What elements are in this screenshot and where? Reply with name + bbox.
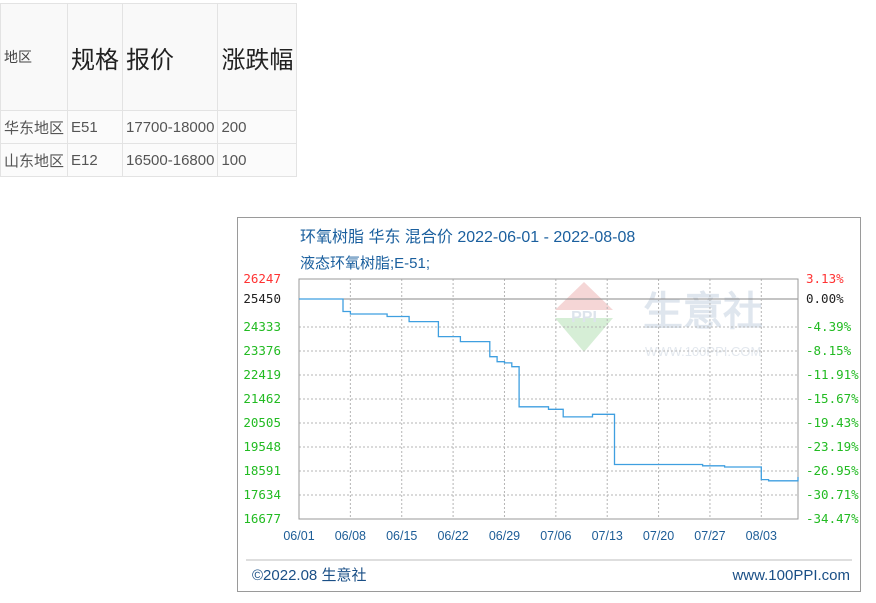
x-tick-label: 06/22 [437,529,468,543]
watermark-logo-top [555,282,613,310]
price-chart: PPI 生意社 WWW.100PPI.COM 环氧树脂 华东 混合价 2022-… [243,228,859,584]
y-tick-label-right: -34.47% [806,511,859,526]
header-price: 报价 [122,3,219,111]
y-tick-label-left: 19548 [243,439,281,454]
cell-region: 山东地区 [0,143,69,177]
x-tick-label: 06/08 [335,529,366,543]
y-tick-label-right: -26.95% [806,463,859,478]
price-table: 地区 规格 报价 涨跌幅 华东地区 E51 17700-18000 200 山东… [0,3,298,177]
y-tick-label-left: 16677 [243,511,281,526]
table-header-row: 地区 规格 报价 涨跌幅 [0,3,298,111]
y-tick-label-left: 26247 [243,271,281,286]
y-tick-label-left: 25450 [243,291,281,306]
y-tick-label-left: 18591 [243,463,281,478]
table-row: 华东地区 E51 17700-18000 200 [0,110,298,144]
y-tick-label-right: -15.67% [806,391,859,406]
header-spec: 规格 [67,3,124,111]
cell-spec: E12 [67,143,124,177]
y-tick-label-left: 20505 [243,415,281,430]
y-tick-label-right: -8.15% [806,343,852,358]
x-tick-label: 07/13 [592,529,623,543]
watermark-logo-text: PPI [571,309,597,326]
cell-price: 16500-16800 [122,143,219,177]
header-region: 地区 [0,3,69,111]
y-tick-label-right: -11.91% [806,367,859,382]
footer-copyright: ©2022.08 生意社 [252,566,366,584]
x-axis-labels: 06/01 06/08 06/15 06/22 06/29 07/06 07/13 07/20… [283,529,777,543]
x-tick-label: 08/03 [746,529,777,543]
x-tick-label: 07/20 [643,529,674,543]
y-tick-label-left: 17634 [243,487,281,502]
cell-region: 华东地区 [0,110,69,144]
chart-title: 环氧树脂 华东 混合价 2022-06-01 - 2022-08-08 [300,228,635,246]
table-row: 山东地区 E12 16500-16800 100 [0,143,298,177]
x-tick-label: 06/29 [489,529,520,543]
x-tick-label: 06/15 [386,529,417,543]
y-tick-label-right: 3.13% [806,271,844,286]
y-tick-label-right: 0.00% [806,291,844,306]
y-tick-label-left: 22419 [243,367,281,382]
y-tick-label-right: -30.71% [806,487,859,502]
header-change: 涨跌幅 [217,3,298,111]
x-tick-label: 07/27 [694,529,725,543]
y-tick-label-right: -19.43% [806,415,859,430]
chart-subtitle: 液态环氧树脂;E-51; [300,255,430,272]
y-tick-label-right: -4.39% [806,319,852,334]
cell-price: 17700-18000 [122,110,219,144]
y-tick-label-right: -23.19% [806,439,859,454]
cell-change: 100 [217,143,298,177]
y-tick-label-left: 21462 [243,391,281,406]
cell-spec: E51 [67,110,124,144]
price-chart-panel: PPI 生意社 WWW.100PPI.COM 环氧树脂 华东 混合价 2022-… [237,217,861,592]
cell-change: 200 [217,110,298,144]
y-tick-label-left: 24333 [243,319,281,334]
footer-site-link[interactable]: www.100PPI.com [731,567,850,584]
x-tick-label: 07/06 [540,529,571,543]
x-tick-label: 06/01 [283,529,314,543]
y-tick-label-left: 23376 [243,343,281,358]
